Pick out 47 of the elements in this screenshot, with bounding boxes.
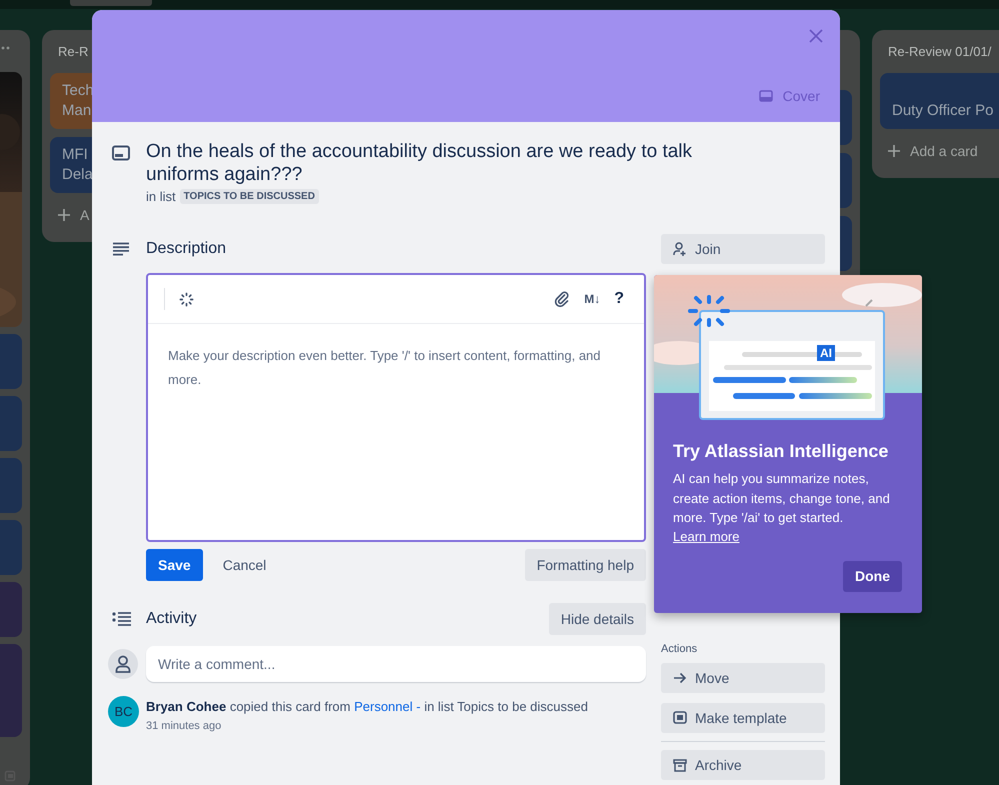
hide-details-button[interactable]: Hide details	[548, 603, 646, 635]
description-icon	[112, 242, 130, 256]
plus-icon	[888, 145, 900, 157]
attachment-icon[interactable]	[554, 291, 570, 307]
add-card-button[interactable]: Add a card	[880, 137, 999, 165]
action-button[interactable]: Archive	[661, 750, 825, 780]
popup-text: AI can help you summarize notes, create action items, change tone, and more. Type '/ai' to get started.	[673, 470, 891, 527]
cover-icon	[758, 90, 773, 102]
action-button[interactable]: Make template	[661, 703, 825, 733]
list-name-button[interactable]: TOPICS TO BE DISCUSSED	[180, 189, 319, 204]
save-button[interactable]: Save	[146, 549, 203, 581]
formatting-help-button[interactable]: Formatting help	[524, 549, 646, 581]
description-editor[interactable]: M↓ ? Make your description even better. Type '/' to insert content, formatting, and more.	[146, 273, 646, 542]
actions-label: Actions	[661, 643, 698, 657]
archive-icon	[673, 758, 687, 772]
popup-title: Try Atlassian Intelligence	[673, 441, 890, 462]
cancel-button[interactable]: Cancel	[210, 549, 278, 581]
description-placeholder: Make your description even better. Type '/' to insert content, formatting, and more.	[167, 347, 602, 389]
user-avatar: BC	[108, 696, 139, 727]
card[interactable]: Duty Officer Po	[880, 73, 999, 129]
timestamp-link[interactable]: 31 minutes ago	[146, 720, 222, 732]
add-card-button[interactable]: A	[50, 201, 306, 229]
markdown-toggle[interactable]: M↓	[584, 292, 600, 306]
card-title[interactable]: On the heals of the accountability discussion are we ready to talk uniforms again???	[146, 140, 692, 186]
template-icon	[673, 711, 687, 725]
section-heading: Description	[146, 240, 226, 258]
user-avatar	[108, 649, 138, 679]
comment-field[interactable]: Write a comment...	[146, 646, 646, 682]
more-icon[interactable]	[0, 46, 10, 50]
add-person-icon	[673, 242, 687, 256]
arrow-icon	[673, 672, 687, 684]
learn-more-link[interactable]: Learn more	[673, 528, 740, 544]
sparkle-icon[interactable]	[179, 292, 194, 306]
action-button[interactable]: Move	[661, 663, 825, 693]
done-button[interactable]: Done	[843, 560, 902, 592]
activity-icon	[112, 611, 132, 627]
activity-entry: Bryan Cohee copied this card from Personnel - in list Topics to be discussed	[146, 698, 588, 716]
card-icon	[112, 145, 130, 161]
section-heading: Activity	[146, 610, 197, 628]
in-list-label: in list	[146, 189, 176, 204]
board-link[interactable]: Personnel -	[354, 699, 421, 714]
header-button[interactable]	[70, 0, 152, 6]
ai-badge: AI	[817, 345, 835, 361]
list-title[interactable]: Re-Review 01/01/	[880, 44, 999, 65]
help-link[interactable]: ?	[614, 290, 624, 308]
join-button[interactable]: Join	[661, 234, 825, 264]
plus-icon	[58, 209, 70, 221]
